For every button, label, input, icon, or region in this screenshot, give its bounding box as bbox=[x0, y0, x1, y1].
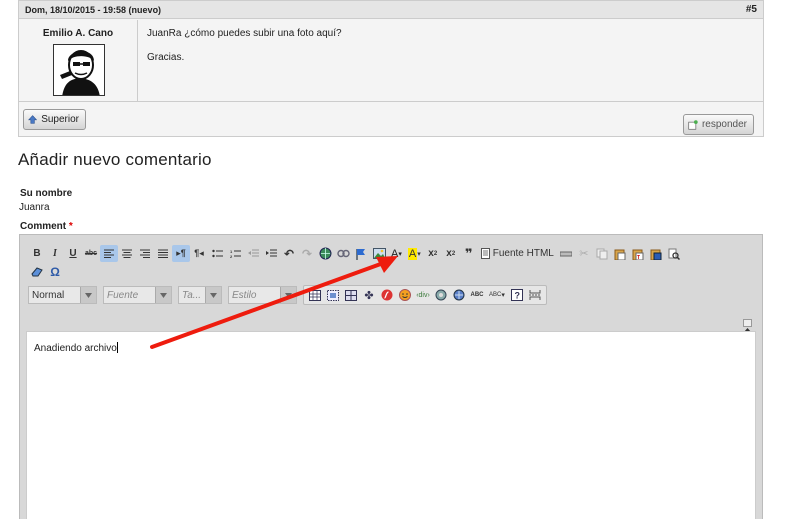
select-all-icon[interactable] bbox=[450, 287, 468, 304]
page-title: Añadir nuevo comentario bbox=[18, 150, 212, 169]
comment-author: Emilio A. Cano bbox=[19, 20, 138, 102]
spellcheck-options-icon[interactable]: ABC ▾ bbox=[486, 287, 508, 304]
subscript-icon[interactable]: x2 bbox=[442, 245, 460, 262]
superior-label: Superior bbox=[41, 114, 79, 125]
bg-color-icon[interactable]: A ▾ bbox=[405, 245, 424, 262]
flash-icon[interactable] bbox=[378, 287, 396, 304]
editor-text: Anadiendo archivo bbox=[34, 342, 118, 354]
eraser-icon[interactable] bbox=[28, 263, 46, 280]
align-left-icon[interactable] bbox=[100, 245, 118, 262]
size-select[interactable]: Ta... bbox=[178, 286, 222, 304]
bullet-list-icon[interactable] bbox=[208, 245, 226, 262]
name-label: Su nombre bbox=[20, 188, 73, 199]
align-center-icon[interactable] bbox=[118, 245, 136, 262]
find-icon[interactable] bbox=[665, 245, 683, 262]
comment-card: Dom, 18/10/2015 - 19:58 (nuevo) #5 Emili… bbox=[18, 0, 764, 137]
text-caret bbox=[116, 342, 118, 353]
bold-icon[interactable]: B bbox=[28, 245, 46, 262]
toolbar-row-2: Ω bbox=[28, 263, 64, 280]
svg-text:?: ? bbox=[514, 291, 520, 301]
source-label: Fuente HTML bbox=[492, 248, 554, 259]
chevron-down-icon bbox=[155, 287, 171, 303]
special-char-icon[interactable]: ✤ bbox=[360, 287, 378, 304]
ltr-icon[interactable]: ▸¶ bbox=[172, 245, 190, 262]
outdent-icon[interactable] bbox=[244, 245, 262, 262]
align-right-icon[interactable] bbox=[136, 245, 154, 262]
unlink-icon[interactable] bbox=[334, 245, 352, 262]
superscript-icon[interactable]: x2 bbox=[424, 245, 442, 262]
strike-icon[interactable]: abc bbox=[82, 245, 100, 262]
comment-label-text: Comment bbox=[20, 221, 67, 232]
italic-icon[interactable]: I bbox=[46, 245, 64, 262]
undo-icon[interactable]: ↶ bbox=[280, 245, 298, 262]
toolbar-panel: ✤ ‹div› ABC ABC ▾ ? bbox=[303, 285, 547, 305]
reply-button[interactable]: responder bbox=[683, 114, 754, 135]
source-icon bbox=[480, 248, 490, 259]
svg-text:T: T bbox=[637, 255, 640, 260]
editor-content-area[interactable]: Anadiendo archivo bbox=[26, 331, 756, 519]
show-blocks-icon[interactable] bbox=[432, 287, 450, 304]
message-line: JuanRa ¿cómo puedes subir una foto aquí? bbox=[147, 28, 342, 39]
help-icon[interactable]: ? bbox=[508, 287, 526, 304]
source-button[interactable]: Fuente HTML bbox=[478, 245, 557, 262]
avatar[interactable] bbox=[53, 44, 105, 96]
comment-number[interactable]: #5 bbox=[746, 1, 757, 19]
smiley-icon[interactable] bbox=[396, 287, 414, 304]
format-value: Normal bbox=[32, 289, 65, 301]
chevron-down-icon bbox=[280, 287, 296, 303]
number-list-icon[interactable]: 12 bbox=[226, 245, 244, 262]
superior-button[interactable]: Superior bbox=[23, 109, 86, 130]
omega-icon[interactable]: Ω bbox=[46, 263, 64, 280]
comment-body: Emilio A. Cano JuanRa ¿cómo puedes subir… bbox=[19, 20, 763, 102]
div-container-icon[interactable] bbox=[324, 287, 342, 304]
message-line: Gracias. bbox=[147, 52, 185, 63]
toolbar-row-3: Normal Fuente Ta... Estilo ✤ ‹div› ABC A… bbox=[28, 285, 547, 305]
redo-icon[interactable]: ↷ bbox=[298, 245, 316, 262]
image-icon[interactable] bbox=[370, 245, 388, 262]
format-select[interactable]: Normal bbox=[28, 286, 97, 304]
arrow-up-icon bbox=[28, 115, 38, 124]
spellcheck-icon[interactable]: ABC bbox=[468, 287, 486, 304]
comment-date: Dom, 18/10/2015 - 19:58 (nuevo) bbox=[25, 5, 162, 15]
justify-icon[interactable] bbox=[154, 245, 172, 262]
table-icon[interactable] bbox=[306, 287, 324, 304]
page-break-icon[interactable] bbox=[526, 287, 544, 304]
style-select[interactable]: Estilo bbox=[228, 286, 297, 304]
text-color-icon[interactable]: A ▾ bbox=[388, 245, 405, 262]
rtl-icon[interactable]: ¶◂ bbox=[190, 245, 208, 262]
comment-header: Dom, 18/10/2015 - 19:58 (nuevo) #5 bbox=[19, 1, 763, 19]
blockquote-icon[interactable]: ❞ bbox=[460, 245, 478, 262]
link-icon[interactable] bbox=[316, 245, 334, 262]
reply-icon bbox=[688, 119, 698, 130]
paste-word-icon[interactable] bbox=[647, 245, 665, 262]
copy-icon[interactable] bbox=[593, 245, 611, 262]
editor-text-value: Anadiendo archivo bbox=[34, 343, 117, 354]
paste-text-icon[interactable]: T bbox=[629, 245, 647, 262]
anchor-flag-icon[interactable] bbox=[352, 245, 370, 262]
hr-icon[interactable] bbox=[557, 245, 575, 262]
svg-text:2: 2 bbox=[230, 254, 233, 259]
comment-label: Comment * bbox=[20, 221, 73, 232]
comment-message: JuanRa ¿cómo puedes subir una foto aquí?… bbox=[147, 28, 342, 76]
reply-label: responder bbox=[701, 119, 747, 130]
iframe-icon[interactable] bbox=[342, 287, 360, 304]
size-placeholder: Ta... bbox=[182, 289, 202, 301]
indent-icon[interactable] bbox=[262, 245, 280, 262]
font-placeholder: Fuente bbox=[107, 289, 139, 301]
div-icon[interactable]: ‹div› bbox=[414, 287, 432, 304]
name-value: Juanra bbox=[19, 202, 50, 213]
paste-icon[interactable] bbox=[611, 245, 629, 262]
collapse-toolbar-button[interactable] bbox=[743, 319, 752, 332]
style-placeholder: Estilo bbox=[232, 289, 257, 301]
underline-icon[interactable]: U bbox=[64, 245, 82, 262]
cut-icon[interactable]: ✂ bbox=[575, 245, 593, 262]
chevron-down-icon bbox=[205, 287, 221, 303]
font-select[interactable]: Fuente bbox=[103, 286, 172, 304]
required-mark: * bbox=[68, 221, 73, 232]
toolbar-row-1: B I U abc ▸¶ ¶◂ 12 ↶ ↷ A ▾ A ▾ x 2 x 2 ❞… bbox=[28, 245, 683, 262]
chevron-down-icon bbox=[80, 287, 96, 303]
rich-text-editor: B I U abc ▸¶ ¶◂ 12 ↶ ↷ A ▾ A ▾ x 2 x 2 ❞… bbox=[19, 234, 763, 519]
author-name[interactable]: Emilio A. Cano bbox=[19, 28, 137, 39]
